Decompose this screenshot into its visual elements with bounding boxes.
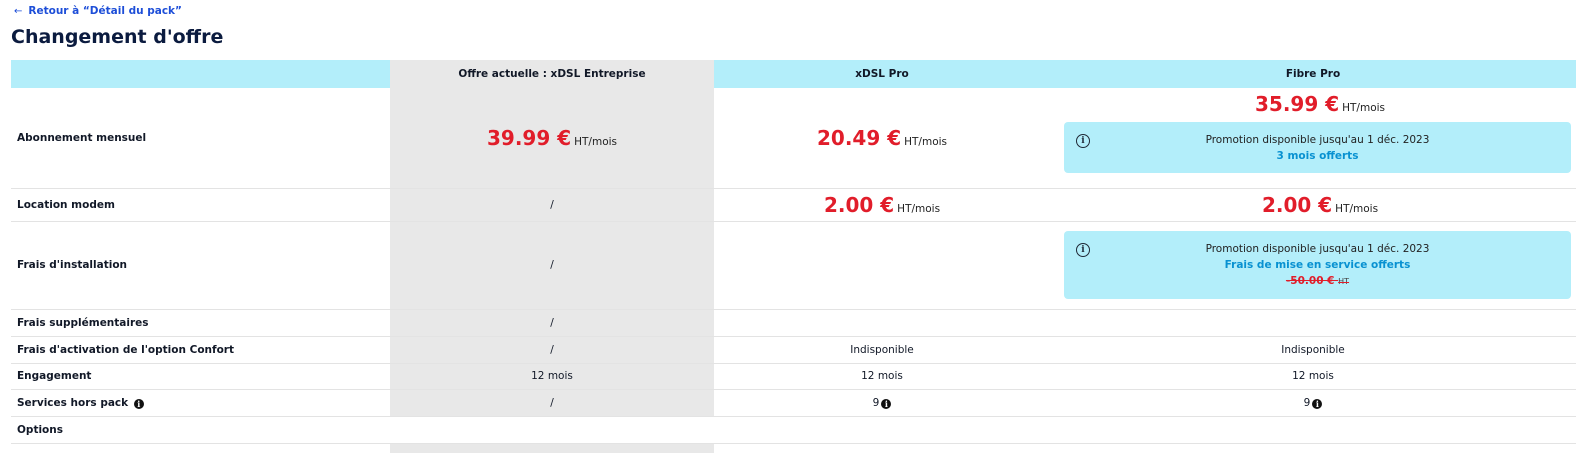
- xdsl-value-cell: 12 mois: [714, 363, 1050, 390]
- info-icon: i: [1076, 243, 1090, 257]
- price-amount: 20.49 €: [816, 125, 902, 150]
- xdsl-value-cell: [714, 309, 1050, 337]
- fibre-value-cell: 9i: [1050, 389, 1576, 417]
- xdsl-value-cell: 9i: [714, 389, 1050, 417]
- promo-banner: i Promotion disponible jusqu'au 1 déc. 2…: [1064, 231, 1571, 299]
- fibre-price-cell: 2.00 € HT/mois: [1050, 188, 1576, 222]
- info-icon[interactable]: i: [1312, 398, 1323, 409]
- promo-offer: Frais de mise en service offerts: [1224, 259, 1411, 271]
- price-amount: 2.00 €: [1261, 192, 1333, 217]
- fibre-value-cell: Indisponible: [1050, 336, 1576, 364]
- back-link-label: Retour à “Détail du pack”: [28, 5, 182, 17]
- services-count: 9: [1303, 396, 1311, 409]
- column-header-xdsl-pro: xDSL Pro: [714, 60, 1050, 88]
- xdsl-price-cell: 20.49 € HT/mois: [714, 88, 1050, 189]
- options-cell: [1050, 416, 1576, 444]
- xdsl-value-cell: Indisponible: [714, 336, 1050, 364]
- row-next-partial: [11, 443, 1576, 453]
- row-abonnement: Abonnement mensuel 39.99 € HT/mois 20.49 …: [11, 88, 1576, 189]
- info-icon: i: [1076, 134, 1090, 148]
- row-location-modem: Location modem / 2.00 € HT/mois 2.00 € HT/…: [11, 188, 1576, 222]
- price-unit: HT/mois: [904, 135, 948, 148]
- options-cell: [390, 416, 714, 444]
- options-cell: [714, 416, 1050, 444]
- price-amount: 2.00 €: [823, 192, 895, 217]
- row-engagement: Engagement 12 mois 12 mois 12 mois: [11, 363, 1576, 390]
- row-label: Frais d'installation: [11, 221, 390, 310]
- row-services-hors-pack: Services hors pack i / 9i 9i: [11, 389, 1576, 417]
- fibre-value-cell: 12 mois: [1050, 363, 1576, 390]
- promo-text: Promotion disponible jusqu'au 1 déc. 202…: [1205, 134, 1430, 146]
- xdsl-value-cell: [714, 221, 1050, 310]
- current-value-cell: 12 mois: [390, 363, 714, 390]
- promo-text: Promotion disponible jusqu'au 1 déc. 202…: [1205, 243, 1430, 255]
- price-amount: 35.99 €: [1254, 92, 1340, 116]
- row-label: Abonnement mensuel: [11, 88, 390, 189]
- promo-offer: 3 mois offerts: [1276, 150, 1359, 162]
- row-option-confort: Frais d'activation de l'option Confort /…: [11, 336, 1576, 364]
- current-value-cell: /: [390, 221, 714, 310]
- price-amount: 39.99 €: [486, 125, 572, 150]
- promo-banner: i Promotion disponible jusqu'au 1 déc. 2…: [1064, 122, 1571, 173]
- info-icon[interactable]: i: [133, 398, 144, 409]
- row-label: Services hors pack: [17, 396, 129, 409]
- row-label: Options: [11, 416, 390, 444]
- row-label-with-info: Services hors pack i: [11, 389, 390, 417]
- column-header-fibre-pro: Fibre Pro: [1050, 60, 1576, 88]
- price-unit: HT/mois: [1335, 202, 1379, 215]
- row-label: Frais d'activation de l'option Confort: [11, 336, 390, 364]
- fibre-value-cell: [1050, 309, 1576, 337]
- arrow-left-icon: ←: [14, 5, 23, 17]
- price-unit: HT/mois: [897, 202, 941, 215]
- page-title: Changement d'offre: [11, 26, 224, 48]
- current-value-cell: /: [390, 309, 714, 337]
- offer-comparison-table: Offre actuelle : xDSL Entreprise xDSL Pr…: [11, 60, 1576, 453]
- current-value-cell: /: [390, 188, 714, 222]
- current-price-cell: 39.99 € HT/mois: [390, 88, 714, 189]
- row-label: Location modem: [11, 188, 390, 222]
- current-value-cell: /: [390, 336, 714, 364]
- price-unit: HT/mois: [1342, 102, 1386, 114]
- header-empty: [11, 60, 390, 88]
- xdsl-price-cell: 2.00 € HT/mois: [714, 188, 1050, 222]
- back-link[interactable]: ← Retour à “Détail du pack”: [14, 5, 182, 17]
- row-label: Frais supplémentaires: [11, 309, 390, 337]
- info-icon[interactable]: i: [881, 398, 892, 409]
- row-options: Options: [11, 416, 1576, 444]
- column-header-current: Offre actuelle : xDSL Entreprise: [390, 60, 714, 88]
- current-value-cell: /: [390, 389, 714, 417]
- price-unit: HT/mois: [574, 135, 618, 148]
- row-frais-installation: Frais d'installation / i Promotion dispo…: [11, 221, 1576, 310]
- services-count: 9: [872, 396, 880, 409]
- row-frais-supplementaires: Frais supplémentaires /: [11, 309, 1576, 337]
- table-header-row: Offre actuelle : xDSL Entreprise xDSL Pr…: [11, 60, 1576, 88]
- fibre-promo-cell: i Promotion disponible jusqu'au 1 déc. 2…: [1050, 221, 1576, 310]
- old-price: -50.00 € HT: [1285, 275, 1350, 287]
- fibre-price-cell: 35.99 € HT/mois i Promotion disponible ju…: [1050, 88, 1576, 189]
- row-label: Engagement: [11, 363, 390, 390]
